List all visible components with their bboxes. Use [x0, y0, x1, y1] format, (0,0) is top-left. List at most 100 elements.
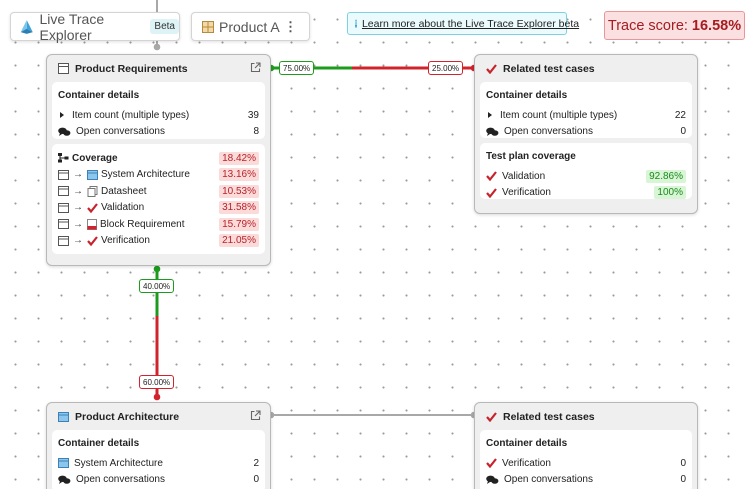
table-icon [58, 235, 69, 246]
item-count-row[interactable]: Item count (multiple types) 22 [486, 107, 686, 124]
verification-value: 0 [680, 457, 686, 469]
related-test-cases-card[interactable]: Related test cases Container details Ite… [474, 54, 698, 214]
learn-more-banner: i Learn more about the Live Trace Explor… [347, 12, 579, 35]
open-conversations-label: Open conversations [76, 126, 165, 138]
chat-icon [58, 475, 71, 484]
coverage-label: Datasheet [101, 185, 147, 197]
open-conversations-label: Open conversations [76, 474, 165, 486]
coverage-total-value: 18.42% [219, 151, 259, 165]
product-requirements-card[interactable]: Product Requirements Container details I… [46, 54, 271, 266]
open-conversations-value: 0 [253, 474, 259, 486]
system-architecture-row[interactable]: System Architecture 2 [58, 455, 259, 472]
open-conversations-row: Open conversations 0 [486, 472, 686, 489]
system-architecture-label: System Architecture [74, 457, 163, 469]
chat-icon [486, 475, 499, 484]
product-architecture-card[interactable]: Product Architecture Container details S… [46, 402, 271, 489]
card-title: Product Architecture [75, 410, 180, 423]
coverage-title: Coverage [72, 152, 118, 164]
coverage-row-system-architecture[interactable]: → System Architecture 13.16% [58, 167, 259, 184]
coverage-panel: Coverage 18.42% → System Architecture 13… [52, 144, 265, 254]
card-title: Product Requirements [75, 62, 188, 75]
arrow-right-icon: → [73, 185, 83, 197]
open-external-icon[interactable] [250, 62, 261, 73]
coverage-row-validation[interactable]: → Validation 31.58% [58, 200, 259, 217]
coverage-label: System Architecture [101, 169, 190, 181]
edge-percent-tests-from-requirements[interactable]: 25.00% [428, 61, 464, 75]
table-icon [58, 63, 69, 74]
item-count-row[interactable]: Item count (multiple types) 39 [58, 107, 259, 124]
edge-percent-requirements-to-tests[interactable]: 75.00% [279, 61, 315, 75]
item-count-label: Item count (multiple types) [72, 109, 190, 121]
caret-right-icon[interactable] [60, 112, 64, 119]
coverage-value: 10.53% [219, 184, 259, 198]
open-conversations-label: Open conversations [504, 126, 593, 138]
open-external-icon[interactable] [250, 410, 261, 421]
check-icon [486, 63, 497, 74]
test-plan-label: Verification [502, 187, 551, 199]
chat-icon [58, 127, 71, 136]
test-plan-row-verification[interactable]: Verification 100% [486, 185, 686, 202]
more-options-icon[interactable]: ⋮ [284, 19, 297, 35]
product-selector[interactable]: Product A ⋮ [191, 12, 310, 41]
caret-right-icon[interactable] [488, 112, 492, 119]
app-brand[interactable]: Live Trace Explorer Beta [10, 10, 180, 43]
edge-percent-requirements-to-architecture[interactable]: 40.00% [139, 279, 175, 293]
diagram-icon [58, 458, 69, 469]
arrow-right-icon: → [73, 235, 83, 247]
test-plan-row-validation[interactable]: Validation 92.86% [486, 168, 686, 185]
coverage-value: 21.05% [219, 234, 259, 248]
diagram-icon [87, 169, 98, 180]
grid-table-icon [202, 20, 214, 33]
diagram-icon [58, 411, 69, 422]
check-icon [486, 171, 497, 182]
beta-badge: Beta [150, 19, 179, 34]
table-icon [58, 169, 69, 180]
learn-more-link[interactable]: Learn more about the Live Trace Explorer… [362, 18, 579, 30]
test-plan-coverage-panel: Test plan coverage Validation 92.86% Ver… [480, 143, 692, 202]
related-test-cases-card-bottom[interactable]: Related test cases Container details Ver… [474, 402, 698, 489]
coverage-row-verification[interactable]: → Verification 21.05% [58, 233, 259, 250]
test-plan-coverage-title: Test plan coverage [486, 151, 576, 162]
open-conversations-row: Open conversations 0 [58, 472, 259, 489]
system-architecture-value: 2 [253, 457, 259, 469]
container-details-panel: Container details Item count (multiple t… [52, 82, 265, 139]
product-name: Product A [219, 18, 280, 35]
arrow-right-icon: → [73, 169, 83, 181]
chat-icon [486, 127, 499, 136]
item-count-label: Item count (multiple types) [500, 109, 618, 121]
coverage-label: Verification [101, 235, 150, 247]
card-title: Related test cases [503, 410, 595, 423]
container-details-title: Container details [486, 90, 568, 101]
open-conversations-value: 0 [680, 474, 686, 486]
trace-score-badge: Trace score: 16.58% [604, 11, 745, 40]
app-name: Live Trace Explorer [39, 10, 105, 43]
test-plan-value: 92.86% [646, 169, 686, 183]
container-details-title: Container details [486, 438, 568, 449]
open-conversations-value: 0 [680, 126, 686, 138]
edge-percent-architecture-from-requirements[interactable]: 60.00% [139, 375, 175, 389]
open-conversations-row: Open conversations 8 [58, 124, 259, 141]
coverage-label: Block Requirement [100, 218, 185, 230]
pdf-icon [87, 218, 97, 230]
coverage-label: Validation [101, 202, 145, 214]
coverage-value: 15.79% [219, 217, 259, 231]
verification-row[interactable]: Verification 0 [486, 455, 686, 472]
container-details-panel: Container details Verification 0 Open co… [480, 430, 692, 489]
open-conversations-label: Open conversations [504, 474, 593, 486]
verification-label: Verification [502, 457, 551, 469]
check-icon [87, 236, 98, 246]
coverage-row-datasheet[interactable]: → Datasheet 10.53% [58, 183, 259, 200]
coverage-row-block-requirement[interactable]: → Block Requirement 15.79% [58, 216, 259, 233]
container-details-panel: Container details Item count (multiple t… [480, 82, 692, 138]
item-count-value: 39 [247, 109, 259, 121]
arrow-right-icon: → [73, 202, 83, 214]
info-icon: i [355, 19, 357, 28]
check-icon [87, 203, 98, 213]
document-icon [87, 185, 98, 197]
coverage-value: 13.16% [219, 168, 259, 182]
check-icon [486, 188, 497, 198]
hierarchy-icon [58, 153, 69, 163]
check-icon [486, 411, 497, 422]
item-count-value: 22 [674, 109, 686, 121]
table-icon [58, 219, 69, 230]
